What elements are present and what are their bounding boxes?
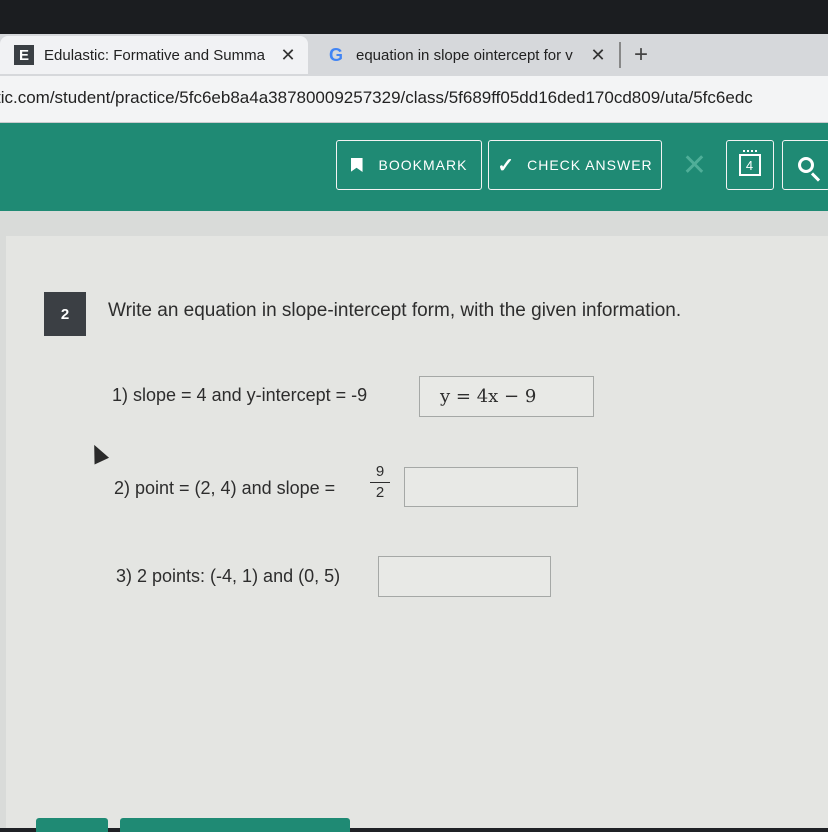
edulastic-icon: E xyxy=(14,45,34,65)
tab-separator xyxy=(619,42,621,68)
fraction-bar xyxy=(370,482,390,483)
question-item-3-label: 3) 2 points: (-4, 1) and (0, 5) xyxy=(116,566,341,586)
eliminate-answer-button[interactable]: ✕ xyxy=(672,140,718,190)
tab-edulastic[interactable]: E Edulastic: Formative and Summa ✕ xyxy=(0,36,308,74)
google-icon: G xyxy=(328,44,343,65)
zoom-button[interactable] xyxy=(782,140,828,190)
address-bar[interactable]: tic.com/student/practice/5fc6eb8a4a38780… xyxy=(0,76,828,123)
check-answer-button[interactable]: ✓ CHECK ANSWER xyxy=(488,140,662,190)
search-icon xyxy=(798,157,814,173)
question-item-2-label: 2) point = (2, 4) and slope = xyxy=(114,478,336,498)
tab-title: Edulastic: Formative and Summa xyxy=(44,46,265,64)
calendar-icon: 4 xyxy=(739,150,761,176)
url-text[interactable]: tic.com/student/practice/5fc6eb8a4a38780… xyxy=(0,88,753,108)
assessment-toolbar: BOOKMARK ✓ CHECK ANSWER ✕ 4 xyxy=(0,123,828,211)
close-icon[interactable]: ✕ xyxy=(588,45,608,66)
screen-top-bezel xyxy=(0,0,828,36)
previous-button[interactable] xyxy=(36,818,108,832)
close-icon: ✕ xyxy=(681,148,709,182)
scratchpad-button[interactable]: 4 xyxy=(726,140,774,190)
slope-fraction: 9 2 xyxy=(370,464,390,501)
fraction-denominator: 2 xyxy=(375,484,385,501)
tab-google-search[interactable]: G equation in slope ointercept for v ✕ xyxy=(312,36,618,74)
bookmark-icon xyxy=(350,158,363,172)
fraction-numerator: 9 xyxy=(375,463,385,480)
answer-input-3[interactable] xyxy=(378,556,551,597)
answer-value-1: y = 4x − 9 xyxy=(440,386,537,407)
tab-title: equation in slope ointercept for v xyxy=(356,46,573,64)
question-item-1-label: 1) slope = 4 and y-intercept = -9 xyxy=(112,385,368,405)
answer-input-1[interactable]: y = 4x − 9 xyxy=(419,376,594,417)
next-button[interactable] xyxy=(120,818,350,832)
question-card xyxy=(6,236,828,828)
answer-input-2[interactable] xyxy=(404,467,578,507)
question-prompt: Write an equation in slope-intercept for… xyxy=(108,300,682,321)
new-tab-button[interactable]: + xyxy=(634,36,648,74)
bookmark-label: BOOKMARK xyxy=(378,157,468,173)
question-number-badge: 2 xyxy=(44,292,86,336)
check-answer-label: CHECK ANSWER xyxy=(527,157,653,173)
checkmark-icon: ✓ xyxy=(497,154,516,177)
close-icon[interactable]: ✕ xyxy=(278,45,298,66)
bookmark-button[interactable]: BOOKMARK xyxy=(336,140,482,190)
